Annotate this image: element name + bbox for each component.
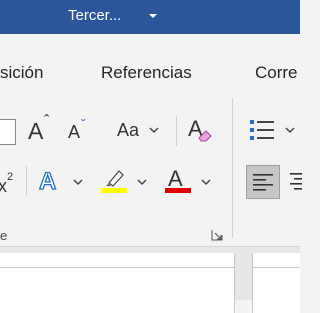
tab-referencias[interactable]: Referencias	[101, 63, 192, 83]
shrink-font-glyph: A	[68, 122, 81, 142]
superscript-mark: 2	[7, 171, 14, 183]
chevron-down-icon	[137, 179, 147, 186]
title-bar: Tercer...	[0, 0, 300, 34]
document-page[interactable]	[252, 253, 300, 313]
superscript-glyph: x	[0, 176, 7, 196]
highlight-color-swatch	[101, 188, 127, 193]
chevron-down-icon[interactable]	[147, 10, 159, 22]
grow-font-button[interactable]: A ˆ	[28, 113, 56, 146]
font-group-label: e	[0, 228, 8, 243]
eraser-icon	[198, 130, 212, 142]
margin-guide	[234, 253, 235, 313]
ribbon-tabs: sición Referencias Corre	[0, 34, 300, 94]
tab-disposicion[interactable]: sición	[0, 63, 43, 83]
margin-guide	[252, 267, 300, 268]
align-left-button[interactable]	[246, 165, 280, 199]
align-center-button[interactable]	[288, 165, 302, 199]
align-center-icon	[290, 173, 302, 190]
divider	[176, 116, 177, 146]
change-case-label: Aa	[117, 120, 140, 140]
highlighter-icon	[106, 170, 124, 187]
document-page[interactable]	[0, 253, 235, 313]
shrink-arrow: ˇ	[81, 116, 86, 132]
grow-arrow: ˆ	[44, 113, 50, 130]
highlight-color-button[interactable]	[98, 166, 150, 196]
change-case-button[interactable]: Aa	[115, 118, 163, 144]
bullets-button[interactable]	[248, 116, 298, 144]
margin-guide	[0, 267, 235, 268]
bullet-list-icon	[250, 120, 274, 140]
text-effects-glyph: A	[38, 167, 57, 195]
clear-formatting-button[interactable]: A	[186, 114, 216, 146]
grow-font-glyph: A	[28, 118, 44, 144]
font-color-swatch	[165, 188, 191, 193]
superscript-button[interactable]: x 2	[0, 168, 20, 196]
font-color-button[interactable]: A	[162, 166, 214, 196]
divider	[26, 166, 27, 196]
tab-correspondencia[interactable]: Corre	[255, 63, 298, 83]
document-area[interactable]	[0, 247, 300, 313]
chevron-down-icon	[201, 179, 211, 186]
text-effects-button[interactable]: A	[38, 166, 88, 196]
chevron-down-icon	[285, 127, 295, 134]
font-size-field[interactable]	[0, 119, 16, 145]
margin-guide	[252, 253, 253, 313]
group-separator	[232, 98, 233, 238]
chevron-down-icon	[149, 127, 159, 134]
align-left-icon	[253, 174, 273, 191]
document-title[interactable]: Tercer...	[68, 7, 121, 24]
dialog-launcher-icon[interactable]	[211, 229, 223, 241]
shrink-font-button[interactable]: A ˇ	[67, 116, 93, 146]
chevron-down-icon	[73, 179, 83, 186]
